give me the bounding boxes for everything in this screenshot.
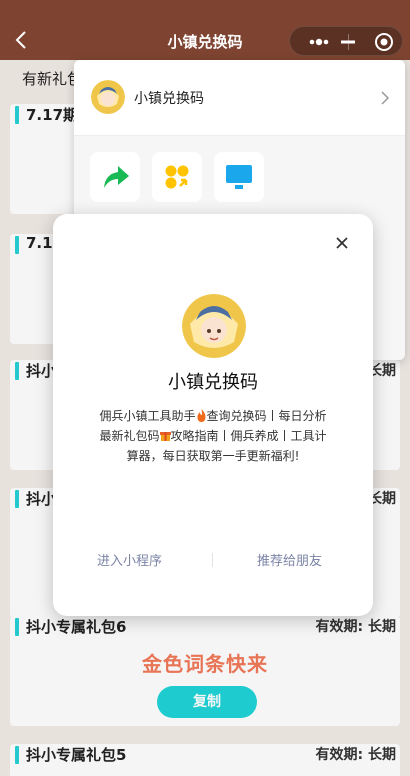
close-miniprogram-icon[interactable]	[368, 27, 402, 57]
profile-dialog: 小镇兑换码 佣兵小镇工具助手 查询兑换码丨每日分析最新礼包码 攻略指南丨佣兵养成丨工…	[53, 214, 373, 616]
recommend-to-friend-button[interactable]: 推荐给朋友	[257, 550, 322, 569]
forward-icon	[104, 166, 129, 188]
close-icon[interactable]	[333, 234, 351, 252]
menu-app-name: 小镇兑换码	[134, 91, 204, 107]
dialog-app-name: 小镇兑换码	[168, 372, 258, 393]
dialog-description: 佣兵小镇工具助手 查询兑换码丨每日分析最新礼包码 攻略指南丨佣兵养成丨工具计算器，每…	[97, 406, 329, 466]
add-to-desktop-icon	[226, 165, 252, 189]
menu-header[interactable]: 小镇兑换码	[74, 60, 405, 136]
add-to-favorites-icon	[165, 165, 189, 189]
app-avatar-icon	[182, 294, 246, 358]
actions-divider	[212, 553, 213, 567]
capsule-menu	[289, 26, 403, 56]
app-avatar-icon	[91, 80, 125, 114]
add-to-desktop-action[interactable]	[214, 152, 264, 202]
add-to-favorites-action[interactable]	[152, 152, 202, 202]
minimize-icon[interactable]	[326, 27, 370, 57]
gift-icon	[159, 432, 171, 441]
forward-action[interactable]	[90, 152, 140, 202]
navigation-bar: 小镇兑换码	[0, 0, 410, 60]
fire-icon	[196, 409, 206, 422]
desc-text: 佣兵小镇工具助手	[99, 409, 196, 423]
dialog-actions: 进入小程序 推荐给朋友	[53, 550, 373, 570]
enter-miniprogram-button[interactable]: 进入小程序	[97, 550, 162, 569]
chevron-right-icon	[381, 91, 390, 105]
